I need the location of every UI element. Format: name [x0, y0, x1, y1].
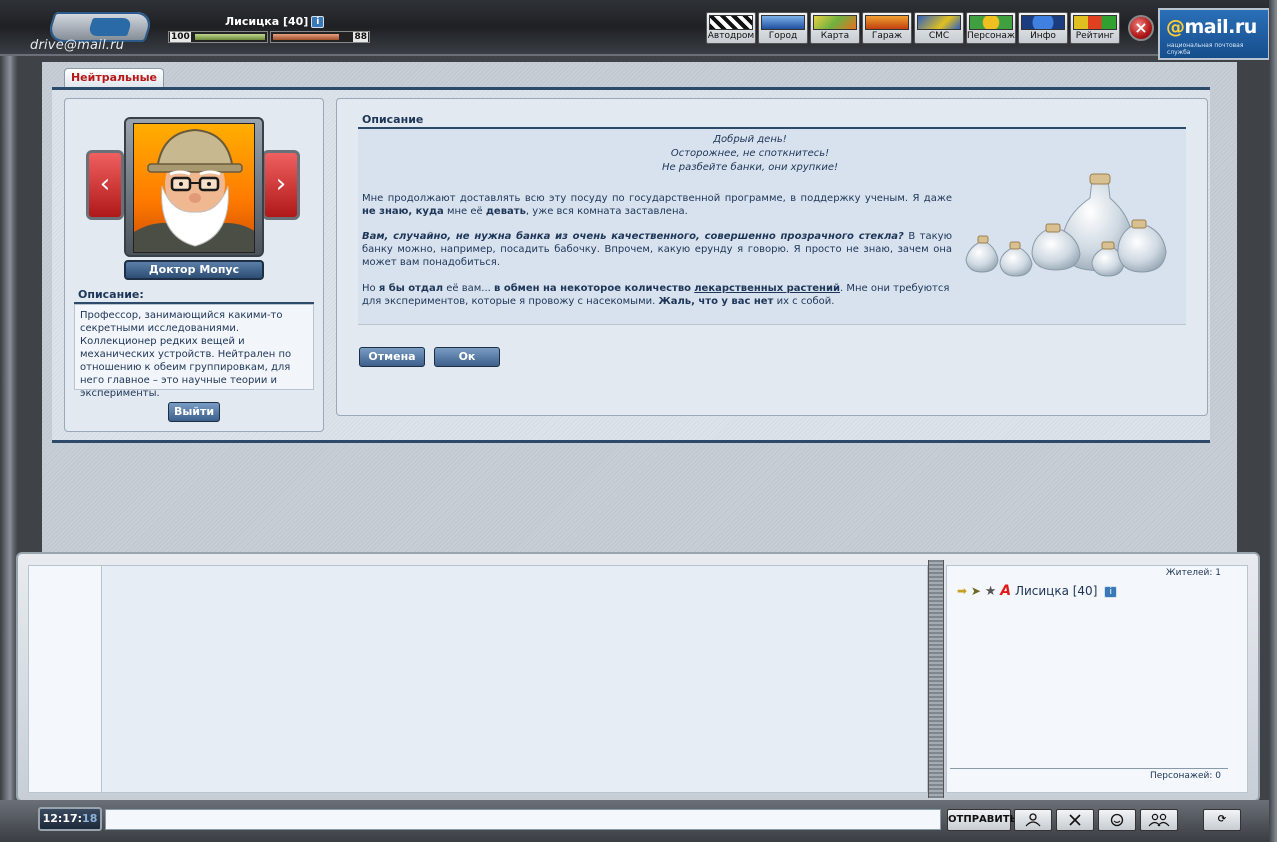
private-chat-button[interactable] — [1014, 809, 1052, 831]
arrow-icon[interactable]: ➤ — [971, 584, 981, 598]
nav-map-label: Карта — [820, 31, 850, 41]
dialog-paragraph-3: Но я бы отдал её вам... в обмен на некот… — [362, 283, 950, 307]
map-icon — [813, 15, 857, 30]
user-list-item[interactable]: ➡ ➤ ★ A Лисицка [40] i — [957, 583, 1118, 599]
divider — [950, 768, 1228, 769]
nav-garage-button[interactable]: Гараж — [862, 12, 912, 44]
sms-icon — [917, 15, 961, 30]
next-npc-button[interactable]: › — [262, 150, 300, 220]
clear-chat-button[interactable] — [1056, 809, 1094, 831]
energy-bar: 88 — [270, 31, 370, 43]
exit-button[interactable]: Выйти — [168, 402, 220, 422]
private-message-icon[interactable]: ➡ — [957, 584, 967, 598]
send-button[interactable]: ОТПРАВИТЬ — [947, 809, 1017, 831]
nav-map-button[interactable]: Карта — [810, 12, 860, 44]
nav-rating-label: Рейтинг — [1075, 31, 1115, 41]
characters-count: Персонажей: 0 — [1150, 771, 1221, 781]
tab-neutral[interactable]: Нейтральные — [64, 68, 164, 88]
mailru-logo: @mail.ru — [1166, 16, 1257, 38]
smile-icon — [1110, 813, 1124, 827]
nav-sms-button[interactable]: СМС — [914, 12, 964, 44]
nav-city-label: Город — [768, 31, 798, 41]
nav-character-button[interactable]: Персонаж — [966, 12, 1016, 44]
prev-npc-button[interactable]: ‹ — [86, 150, 124, 220]
rating-icon — [1073, 15, 1117, 30]
player-name[interactable]: Лисицка [40] i — [225, 15, 325, 28]
npc-portrait — [133, 123, 255, 253]
npc-description: Профессор, занимающийся какими-то секрет… — [74, 304, 314, 399]
residents-count: Жителей: 1 — [1165, 568, 1221, 578]
player-name-label: Лисицка [40] — [225, 15, 309, 28]
dialog-paragraph-2: Вам, случайно, не нужна банка из очень к… — [362, 231, 952, 268]
group-chat-button[interactable] — [1140, 809, 1178, 831]
users-panel — [946, 565, 1248, 793]
clear-icon — [1069, 814, 1081, 826]
nav-city-button[interactable]: Город — [758, 12, 808, 44]
game-clock: 12:17:18 — [38, 807, 102, 831]
nav-info-button[interactable]: Инфо — [1018, 12, 1068, 44]
professor-portrait-icon — [134, 128, 254, 252]
player-info-icon[interactable]: i — [311, 16, 325, 28]
nav-character-label: Персонаж — [967, 31, 1015, 41]
health-bar-fill — [195, 34, 265, 40]
nav-rating-button[interactable]: Рейтинг — [1070, 12, 1120, 44]
alignment-icon: A — [1000, 583, 1012, 599]
health-bar: 100 — [168, 31, 268, 43]
smiles-button[interactable] — [1098, 809, 1136, 831]
greeting: Добрый день! Осторожнее, не споткнитесь!… — [560, 133, 940, 175]
greeting-line: Осторожнее, не споткнитесь! — [670, 148, 830, 159]
race-flags-icon — [709, 15, 753, 30]
refresh-button[interactable]: ⟳ — [1203, 809, 1241, 831]
nav-sms-label: СМС — [928, 31, 950, 41]
group-icon — [1148, 813, 1170, 827]
logo-text: drive@mail.ru — [30, 38, 125, 53]
mailru-tagline: национальная почтовая служба — [1167, 42, 1244, 56]
dialog-title: Описание — [362, 113, 424, 126]
health-value: 100 — [170, 32, 191, 42]
npc-description-title: Описание: — [78, 288, 144, 301]
person-icon — [1025, 813, 1041, 827]
nav-autodrom-button[interactable]: Автодром — [706, 12, 756, 44]
ok-button[interactable]: Ок — [434, 347, 500, 367]
greeting-line: Не разбейте банки, они хрупкие! — [661, 162, 839, 173]
user-name[interactable]: Лисицка [40] — [1015, 584, 1097, 598]
chat-log[interactable] — [102, 565, 928, 793]
close-icon[interactable]: × — [1128, 15, 1154, 41]
medicinal-plants-link[interactable]: лекарственных растений — [694, 283, 840, 294]
user-info-icon[interactable]: i — [1104, 585, 1118, 598]
mailru-at: @ — [1166, 16, 1185, 38]
nav-garage-label: Гараж — [871, 31, 903, 41]
cancel-button[interactable]: Отмена — [359, 347, 425, 367]
panel-splitter[interactable] — [928, 560, 944, 798]
energy-bar-fill — [273, 34, 339, 40]
garage-icon — [865, 15, 909, 30]
greeting-line: Добрый день! — [713, 134, 787, 145]
mailru-brand[interactable]: @mail.ru национальная почтовая служба — [1158, 8, 1270, 60]
message-input[interactable] — [105, 809, 941, 830]
star-icon: ★ — [984, 584, 997, 599]
chat-channels[interactable] — [28, 565, 102, 793]
nav-info-label: Инфо — [1030, 31, 1056, 41]
dialog-paragraph-1: Мне продолжают доставлять всю эту посуду… — [362, 193, 952, 217]
glass-jars-image — [962, 168, 1172, 280]
window-frame-right — [1269, 0, 1277, 842]
npc-name: Доктор Мопус — [124, 260, 264, 280]
mailru-name: mail.ru — [1184, 16, 1258, 38]
clock-time: 12:17: — [42, 812, 83, 825]
character-icon — [969, 15, 1013, 30]
nav-autodrom-label: Автодром — [707, 31, 755, 41]
energy-value: 88 — [353, 32, 368, 42]
info-icon — [1021, 15, 1065, 30]
clock-seconds: 18 — [82, 812, 98, 825]
city-icon — [761, 15, 805, 30]
